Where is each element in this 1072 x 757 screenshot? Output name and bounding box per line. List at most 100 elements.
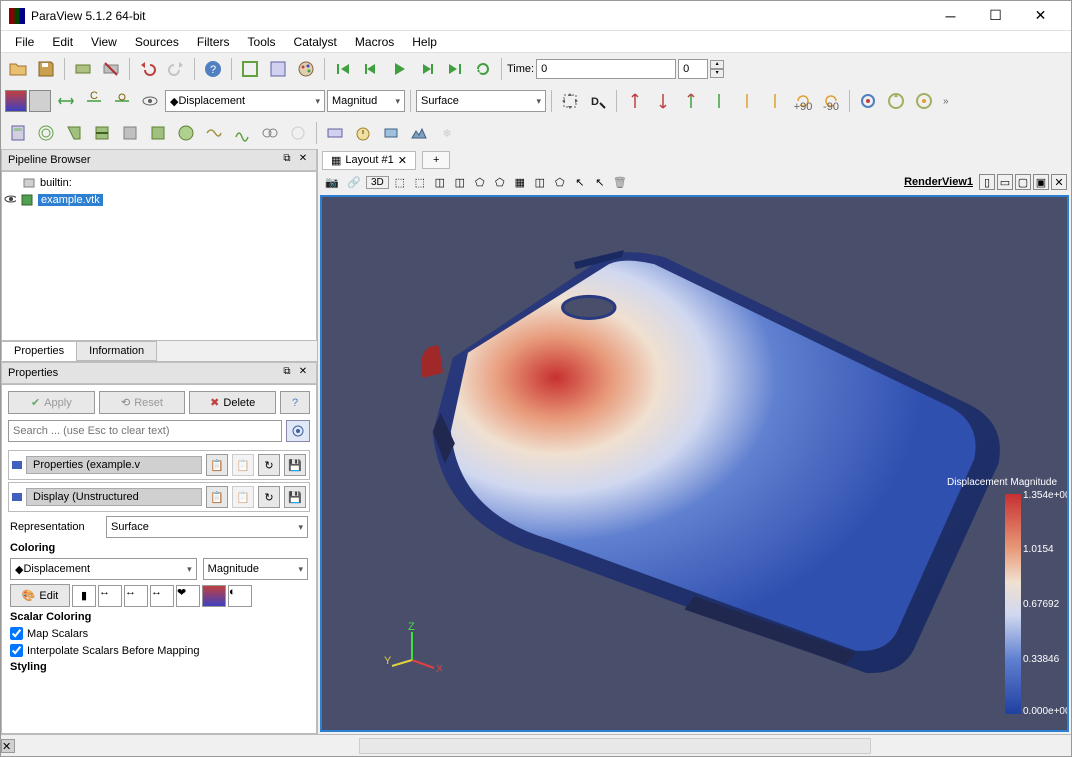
time-spinner[interactable]: ▴▾	[710, 60, 724, 78]
disconnect-icon[interactable]	[98, 56, 124, 82]
visibility-icon[interactable]	[4, 194, 16, 206]
menu-edit[interactable]: Edit	[44, 32, 81, 52]
group-icon[interactable]	[257, 120, 283, 146]
menu-sources[interactable]: Sources	[127, 32, 187, 52]
menu-file[interactable]: File	[7, 32, 42, 52]
coloring-field-select[interactable]: ◆ Displacement	[10, 558, 197, 580]
progress-stop-icon[interactable]: ✕	[1, 739, 15, 753]
prev-frame-icon[interactable]	[358, 56, 384, 82]
slice-icon[interactable]	[89, 120, 115, 146]
stream-icon[interactable]	[201, 120, 227, 146]
zoom-to-data-icon[interactable]: D	[585, 88, 611, 114]
section-label[interactable]: Display (Unstructured	[26, 488, 202, 506]
colormap-preview-icon[interactable]	[202, 585, 226, 607]
hover-cell-icon[interactable]: ↖	[571, 173, 589, 191]
save-state-icon[interactable]: 💾	[284, 486, 306, 508]
split-h-icon[interactable]: ▯	[979, 174, 995, 190]
select-block-icon[interactable]: ▦	[511, 173, 529, 191]
edit-colormap-button[interactable]: 🎨Edit	[10, 584, 70, 607]
loop-icon[interactable]	[470, 56, 496, 82]
play-icon[interactable]	[386, 56, 412, 82]
time-index-input[interactable]	[678, 59, 708, 79]
select-points-icon[interactable]: ⬚	[391, 173, 409, 191]
restore-view-icon[interactable]: ▣	[1033, 174, 1049, 190]
axis-pos-x-icon[interactable]	[650, 88, 676, 114]
warp-icon[interactable]	[229, 120, 255, 146]
map-scalars-checkbox[interactable]	[10, 627, 23, 640]
collapse-icon[interactable]	[12, 493, 22, 501]
redo-icon[interactable]	[163, 56, 189, 82]
color-legend[interactable]: Displacement Magnitude 1.354e+00 1.0154 …	[947, 477, 1047, 714]
open-icon[interactable]	[5, 56, 31, 82]
last-frame-icon[interactable]	[442, 56, 468, 82]
collapse-icon[interactable]	[12, 461, 22, 469]
rescale-temporal-icon[interactable]: ↔	[150, 585, 174, 607]
apply-button[interactable]: ✔Apply	[8, 391, 95, 414]
menu-tools[interactable]: Tools	[240, 32, 284, 52]
select-frustum2-icon[interactable]: ◫	[451, 173, 469, 191]
minimize-button[interactable]: ─	[928, 1, 973, 31]
hover-icon[interactable]: ❄	[434, 120, 460, 146]
interactive-cell-icon[interactable]: ◫	[531, 173, 549, 191]
copy-icon[interactable]: 📋	[206, 454, 228, 476]
render-reset-icon[interactable]	[883, 88, 909, 114]
interpolate-checkbox[interactable]	[10, 644, 23, 657]
split-v-icon[interactable]: ▭	[997, 174, 1013, 190]
search-input[interactable]	[8, 420, 282, 442]
timer-icon[interactable]	[350, 120, 376, 146]
delete-button[interactable]: ✖Delete	[189, 391, 276, 414]
separate-colormap-icon[interactable]: ◐	[228, 585, 252, 607]
section-label[interactable]: Properties (example.v	[26, 456, 202, 474]
select-polygon2-icon[interactable]: ⬠	[491, 173, 509, 191]
tab-information[interactable]: Information	[76, 341, 157, 361]
reload-icon[interactable]: ↻	[258, 486, 280, 508]
edit-colormap-icon[interactable]	[322, 120, 348, 146]
help-icon[interactable]: ?	[200, 56, 226, 82]
toggle-interaction-icon[interactable]	[855, 88, 881, 114]
menu-view[interactable]: View	[83, 32, 125, 52]
glyph-icon[interactable]	[173, 120, 199, 146]
show-scalarbar-icon[interactable]: ▮	[72, 585, 96, 607]
maximize-button[interactable]: ☐	[973, 1, 1018, 31]
select-cells-icon[interactable]: ⬚	[411, 173, 429, 191]
rescale-visible-icon[interactable]	[137, 88, 163, 114]
link-icon[interactable]: 🔗	[344, 173, 364, 191]
hover-point-icon[interactable]: ↖	[591, 173, 609, 191]
render-gear-icon[interactable]	[911, 88, 937, 114]
rescale-custom-icon[interactable]: C	[81, 88, 107, 114]
menu-help[interactable]: Help	[404, 32, 445, 52]
axis-neg-z-icon[interactable]	[734, 88, 760, 114]
representation-combo[interactable]: Surface	[416, 90, 546, 112]
connect-icon[interactable]	[70, 56, 96, 82]
contour-icon[interactable]	[33, 120, 59, 146]
interactive-point-icon[interactable]: ⬠	[551, 173, 569, 191]
menu-filters[interactable]: Filters	[189, 32, 238, 52]
select-frustum-icon[interactable]: ◫	[431, 173, 449, 191]
palette-icon[interactable]	[293, 56, 319, 82]
rescale-custom-icon[interactable]: ↔	[124, 585, 148, 607]
coloring-component-select[interactable]: Magnitude	[203, 558, 308, 580]
maximize-view-icon[interactable]: ▢	[1015, 174, 1031, 190]
rescale-icon[interactable]: ↔	[98, 585, 122, 607]
advanced-toggle-icon[interactable]	[286, 420, 310, 442]
select-polygon-icon[interactable]: ⬠	[471, 173, 489, 191]
representation-select[interactable]: Surface	[106, 516, 308, 538]
color-scalar-icon[interactable]	[5, 90, 27, 112]
axis-pos-z-icon[interactable]	[762, 88, 788, 114]
close-button[interactable]: ✕	[1018, 1, 1063, 31]
first-frame-icon[interactable]	[330, 56, 356, 82]
next-frame-icon[interactable]	[414, 56, 440, 82]
save-icon[interactable]	[33, 56, 59, 82]
extract-icon[interactable]	[145, 120, 171, 146]
undo-icon[interactable]	[135, 56, 161, 82]
clip-icon[interactable]	[61, 120, 87, 146]
extract-level-icon[interactable]	[285, 120, 311, 146]
rotate-90-icon[interactable]: +90	[790, 88, 816, 114]
scalar-component-combo[interactable]: Magnitud	[327, 90, 405, 112]
memory-icon[interactable]	[378, 120, 404, 146]
properties-close-icon[interactable]: ✕	[296, 366, 310, 380]
rescale-temporal-icon[interactable]	[109, 88, 135, 114]
save-state-icon[interactable]: 💾	[284, 454, 306, 476]
copy-icon[interactable]: 📋	[206, 486, 228, 508]
tree-row-builtin[interactable]: builtin:	[4, 174, 314, 191]
